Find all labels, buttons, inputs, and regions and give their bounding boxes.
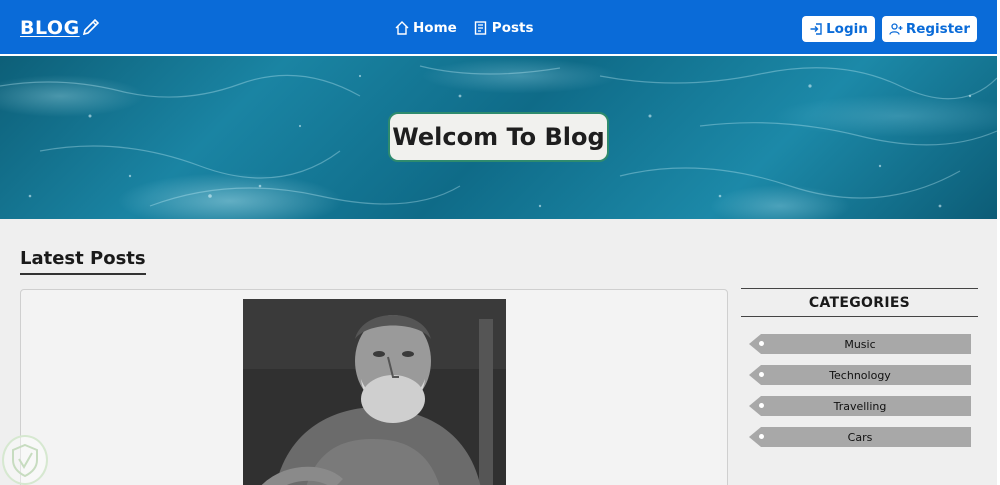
tag-hole-icon (759, 372, 764, 377)
nav-home-link[interactable]: Home (394, 20, 457, 36)
category-label: Cars (847, 430, 873, 444)
login-button[interactable]: Login (802, 16, 875, 42)
category-label: Travelling (833, 399, 887, 413)
home-icon (395, 21, 409, 35)
portrait-photo (243, 299, 506, 485)
post-image[interactable] (243, 299, 506, 485)
main-nav: Home Posts (394, 20, 534, 36)
category-item-music[interactable]: Music (749, 334, 971, 354)
latest-posts-heading: Latest Posts (20, 248, 146, 275)
auth-buttons: Login Register (802, 16, 977, 42)
pencil-icon (82, 18, 99, 36)
top-navbar: BLOG Home Posts Login Register (0, 0, 1000, 56)
nav-posts-link[interactable]: Posts (473, 20, 534, 36)
category-item-cars[interactable]: Cars (749, 427, 971, 447)
nav-home-label: Home (413, 20, 457, 36)
tag-hole-icon (759, 434, 764, 439)
register-label: Register (905, 21, 970, 37)
hero-banner: Welcom To Blog (0, 56, 997, 219)
category-label: Music (844, 337, 876, 351)
categories-sidebar: CATEGORIES Music Technology Travelling C… (741, 288, 978, 447)
login-label: Login (826, 21, 868, 37)
add-user-icon (889, 23, 903, 35)
hero-title: Welcom To Blog (388, 112, 609, 162)
category-label: Technology (829, 368, 891, 382)
shield-icon (12, 443, 38, 478)
login-icon (810, 23, 822, 35)
post-card[interactable] (20, 289, 728, 485)
brand-text: BLOG (20, 17, 80, 39)
nav-posts-label: Posts (491, 20, 534, 36)
shield-watermark-icon (2, 435, 48, 485)
register-button[interactable]: Register (881, 16, 977, 42)
posts-icon (474, 21, 486, 35)
categories-heading: CATEGORIES (741, 288, 978, 317)
category-item-travelling[interactable]: Travelling (749, 396, 971, 416)
brand-logo[interactable]: BLOG (20, 17, 101, 39)
category-list: Music Technology Travelling Cars (741, 334, 978, 447)
category-item-technology[interactable]: Technology (749, 365, 971, 385)
tag-hole-icon (759, 341, 764, 346)
tag-hole-icon (759, 403, 764, 408)
